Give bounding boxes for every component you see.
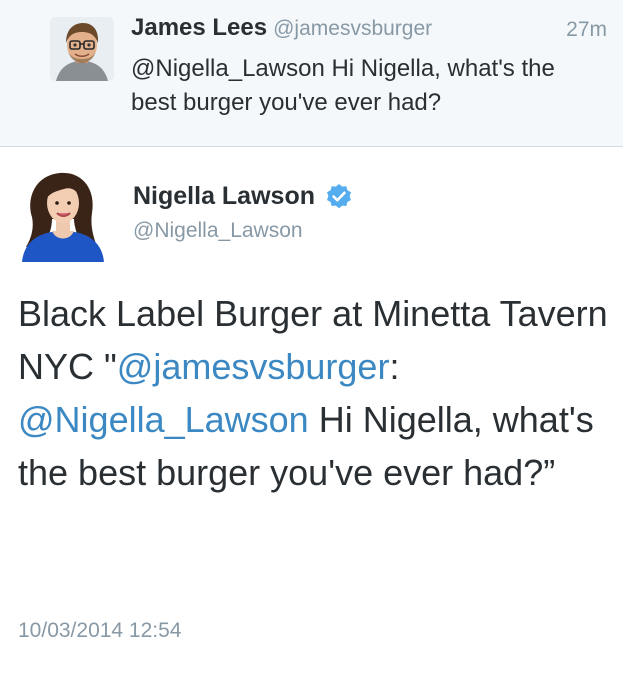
main-author-name[interactable]: Nigella Lawson	[133, 182, 315, 211]
quote-open: "	[104, 346, 117, 387]
tweet-text-part: :	[389, 346, 400, 387]
tweet-text: Black Label Burger at Minetta Tavern NYC…	[18, 287, 608, 499]
reply-author[interactable]: James Lees @jamesvsburger	[131, 14, 432, 42]
reply-author-name[interactable]: James Lees	[131, 14, 267, 41]
verified-badge-icon	[325, 183, 353, 211]
main-author-handle[interactable]: @Nigella_Lawson	[133, 219, 303, 243]
reply-text: @Nigella_Lawson Hi Nigella, what's the b…	[131, 55, 555, 116]
main-tweet: Nigella Lawson @Nigella_Lawson Black Lab…	[0, 147, 623, 676]
avatar[interactable]	[50, 17, 114, 81]
mention-link[interactable]: @Nigella_Lawson	[18, 399, 309, 440]
reply-author-handle[interactable]: @jamesvsburger	[273, 17, 432, 40]
tweet-timestamp: 10/03/2014 12:54	[18, 619, 182, 642]
avatar[interactable]	[18, 167, 108, 262]
main-author[interactable]: Nigella Lawson	[133, 182, 353, 211]
reply-timestamp: 27m	[566, 18, 607, 41]
mention-link[interactable]: @jamesvsburger	[117, 346, 390, 387]
reply-tweet[interactable]: James Lees @jamesvsburger 27m @Nigella_La…	[0, 0, 623, 147]
